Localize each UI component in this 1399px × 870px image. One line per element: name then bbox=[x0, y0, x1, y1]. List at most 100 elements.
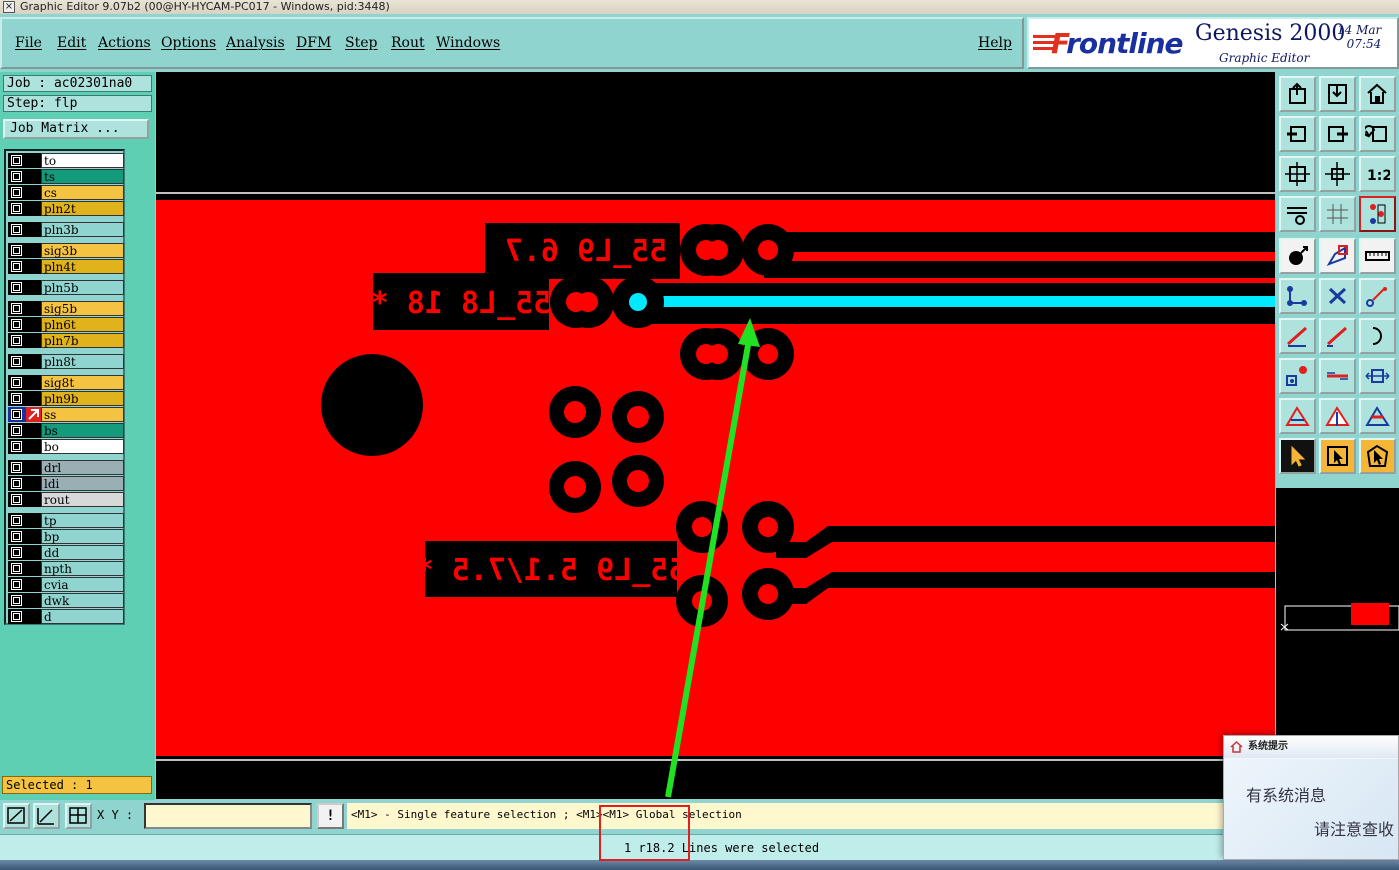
layer-name[interactable]: to bbox=[41, 153, 124, 168]
layer-checkbox[interactable] bbox=[8, 492, 26, 507]
command-exclaim-button[interactable]: ! bbox=[317, 803, 344, 829]
select-area-icon[interactable] bbox=[1319, 438, 1356, 474]
layer-row-to[interactable]: to bbox=[8, 153, 124, 168]
layer-row-bo[interactable]: bo bbox=[8, 439, 124, 454]
layer-row-drl[interactable]: drl bbox=[8, 460, 124, 475]
menu-analysis[interactable]: Analysis bbox=[226, 35, 285, 51]
layer-checkbox[interactable] bbox=[8, 561, 26, 576]
select-polygon-icon[interactable] bbox=[1359, 438, 1396, 474]
layer-affected-marker[interactable] bbox=[26, 439, 41, 454]
line-split-icon[interactable] bbox=[1319, 358, 1356, 394]
grid-icon[interactable] bbox=[1319, 196, 1356, 232]
layer-colors-icon[interactable] bbox=[1359, 196, 1396, 232]
layer-affected-marker[interactable] bbox=[26, 476, 41, 491]
layer-row-rout[interactable]: rout bbox=[8, 492, 124, 507]
layer-row-dwk[interactable]: dwk bbox=[8, 593, 124, 608]
layer-row-ldi[interactable]: ldi bbox=[8, 476, 124, 491]
home-icon[interactable] bbox=[1359, 76, 1396, 112]
layer-affected-marker[interactable] bbox=[26, 243, 41, 258]
layer-checkbox[interactable] bbox=[8, 317, 26, 332]
layer-checkbox[interactable] bbox=[8, 439, 26, 454]
graphic-canvas[interactable]: 55_L9 6.7 * 55_L8 18 * 55_L9 5.1/7.5 * bbox=[156, 72, 1275, 799]
layer-name[interactable]: bs bbox=[41, 423, 124, 438]
layer-checkbox[interactable] bbox=[8, 476, 26, 491]
layer-row-pln7b[interactable]: pln7b bbox=[8, 333, 124, 348]
job-matrix-button[interactable]: Job Matrix ... bbox=[3, 119, 149, 139]
layer-name[interactable]: pln9b bbox=[41, 391, 124, 406]
layer-affected-marker[interactable] bbox=[26, 280, 41, 295]
layer-name[interactable]: pln7b bbox=[41, 333, 124, 348]
layer-name[interactable]: pln4t bbox=[41, 259, 124, 274]
layer-name[interactable]: ts bbox=[41, 169, 124, 184]
menu-options[interactable]: Options bbox=[161, 35, 216, 51]
layer-name[interactable]: pln3b bbox=[41, 222, 124, 237]
layer-name[interactable]: dd bbox=[41, 545, 124, 560]
pcb-view[interactable]: 55_L9 6.7 * 55_L8 18 * 55_L9 5.1/7.5 * bbox=[156, 72, 1275, 799]
text-attr-icon[interactable] bbox=[1359, 398, 1396, 434]
layer-affected-marker[interactable] bbox=[26, 423, 41, 438]
layer-checkbox[interactable] bbox=[8, 529, 26, 544]
add-surface-icon[interactable] bbox=[1319, 238, 1356, 274]
layer-row-cvia[interactable]: cvia bbox=[8, 577, 124, 592]
layer-checkbox[interactable] bbox=[8, 222, 26, 237]
menu-windows[interactable]: Windows bbox=[436, 35, 500, 51]
menu-help[interactable]: Help bbox=[978, 35, 1012, 51]
layer-checkbox[interactable] bbox=[8, 201, 26, 216]
layer-name[interactable]: rout bbox=[41, 492, 124, 507]
layer-row-pln6t[interactable]: pln6t bbox=[8, 317, 124, 332]
layer-affected-marker[interactable] bbox=[26, 169, 41, 184]
menu-step[interactable]: Step bbox=[345, 35, 377, 51]
layer-affected-marker[interactable] bbox=[26, 577, 41, 592]
pan-left-icon[interactable] bbox=[1279, 116, 1316, 152]
zoom-area-icon[interactable] bbox=[3, 803, 30, 829]
layer-affected-marker[interactable] bbox=[26, 460, 41, 475]
snap-settings-icon[interactable] bbox=[1279, 196, 1316, 232]
layer-affected-marker[interactable] bbox=[26, 153, 41, 168]
undo-zoom-icon[interactable] bbox=[1359, 116, 1396, 152]
layer-checkbox[interactable] bbox=[8, 185, 26, 200]
layer-name[interactable]: pln6t bbox=[41, 317, 124, 332]
layer-row-pln8t[interactable]: pln8t bbox=[8, 354, 124, 369]
layer-checkbox[interactable] bbox=[8, 280, 26, 295]
layer-name[interactable]: pln5b bbox=[41, 280, 124, 295]
grid-snap-icon[interactable] bbox=[65, 803, 92, 829]
layer-row-ts[interactable]: ts bbox=[8, 169, 124, 184]
add-pad-icon[interactable] bbox=[1279, 238, 1316, 274]
menu-edit[interactable]: Edit bbox=[57, 35, 86, 51]
work-layer-cursor-icon[interactable] bbox=[26, 407, 41, 422]
layer-checkbox[interactable] bbox=[8, 354, 26, 369]
layer-affected-marker[interactable] bbox=[26, 609, 41, 624]
layer-checkbox[interactable] bbox=[8, 423, 26, 438]
layer-name[interactable]: d bbox=[41, 609, 124, 624]
add-arc-icon[interactable] bbox=[1359, 318, 1396, 354]
connect-pads-icon[interactable] bbox=[1279, 278, 1316, 314]
layer-affected-marker[interactable] bbox=[26, 529, 41, 544]
layer-row-pln3b[interactable]: pln3b bbox=[8, 222, 124, 237]
layer-name[interactable]: ldi bbox=[41, 476, 124, 491]
zoom-fit-icon[interactable] bbox=[1279, 156, 1316, 192]
layer-row-pln4t[interactable]: pln4t bbox=[8, 259, 124, 274]
layer-name[interactable]: tp bbox=[41, 513, 124, 528]
layer-checkbox[interactable] bbox=[8, 153, 26, 168]
menu-rout[interactable]: Rout bbox=[391, 35, 425, 51]
layer-affected-marker[interactable] bbox=[26, 391, 41, 406]
zoom-ratio-icon[interactable]: 1:2 bbox=[1359, 156, 1396, 192]
layer-name[interactable]: ss bbox=[41, 407, 124, 422]
layer-checkbox[interactable] bbox=[8, 169, 26, 184]
layer-affected-marker[interactable] bbox=[26, 201, 41, 216]
layer-affected-marker[interactable] bbox=[26, 259, 41, 274]
layer-checkbox[interactable] bbox=[8, 545, 26, 560]
measure-icon[interactable] bbox=[1359, 238, 1396, 274]
layer-affected-marker[interactable] bbox=[26, 513, 41, 528]
layer-name[interactable]: sig3b bbox=[41, 243, 124, 258]
layer-row-bs[interactable]: bs bbox=[8, 423, 124, 438]
layer-affected-marker[interactable] bbox=[26, 545, 41, 560]
layer-checkbox[interactable] bbox=[8, 407, 26, 422]
layer-name[interactable]: cvia bbox=[41, 577, 124, 592]
edit-text-icon[interactable] bbox=[1319, 398, 1356, 434]
draw-line-icon[interactable] bbox=[1319, 318, 1356, 354]
stretch-icon[interactable] bbox=[1359, 358, 1396, 394]
move-feature-icon[interactable] bbox=[1359, 278, 1396, 314]
menu-actions[interactable]: Actions bbox=[98, 35, 151, 51]
layer-checkbox[interactable] bbox=[8, 391, 26, 406]
